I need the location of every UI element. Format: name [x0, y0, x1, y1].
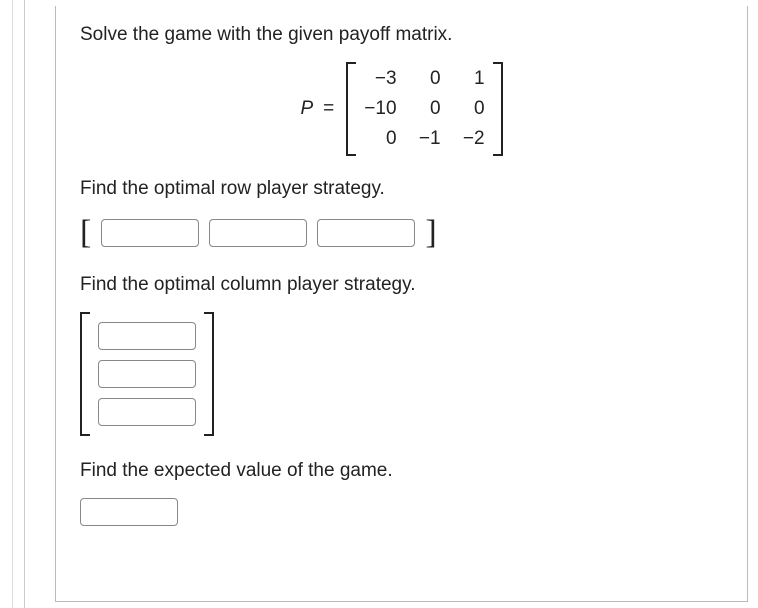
matrix-cell: 0 [364, 128, 396, 150]
row-strategy-vector: [ ] [80, 216, 723, 250]
question-container: Solve the game with the given payoff mat… [55, 6, 748, 602]
matrix-cell: 0 [455, 98, 485, 120]
matrix-cell: −1 [411, 128, 441, 150]
col-strategy-input-3[interactable] [98, 398, 196, 426]
row-strategy-input-1[interactable] [101, 219, 199, 247]
row-strategy-prompt: Find the optimal row player strategy. [80, 178, 723, 200]
matrix-cell: −10 [364, 98, 396, 120]
col-strategy-prompt: Find the optimal column player strategy. [80, 274, 723, 296]
payoff-matrix-display: P = −3 0 1 −10 0 0 0 −1 −2 [80, 62, 723, 156]
col-strategy-vector [80, 312, 723, 436]
matrix-label: P [300, 98, 313, 120]
bracket-right [204, 312, 214, 436]
matrix-cell: 0 [411, 68, 441, 90]
matrix-equals: = [323, 98, 334, 120]
bracket-right: ] [425, 216, 436, 250]
matrix-cell: 0 [411, 98, 441, 120]
matrix-cell: −3 [364, 68, 396, 90]
bracket-left: [ [80, 216, 91, 250]
matrix-cell: 1 [455, 68, 485, 90]
expected-value-prompt: Find the expected value of the game. [80, 460, 723, 482]
matrix-cell: −2 [455, 128, 485, 150]
col-strategy-input-1[interactable] [98, 322, 196, 350]
bracket-left [80, 312, 90, 436]
row-strategy-input-2[interactable] [209, 219, 307, 247]
bracket-left [346, 62, 356, 156]
page-margin [0, 0, 25, 608]
matrix-body: −3 0 1 −10 0 0 0 −1 −2 [356, 62, 492, 156]
expected-value-input[interactable] [80, 498, 178, 526]
col-strategy-input-2[interactable] [98, 360, 196, 388]
bracket-right [493, 62, 503, 156]
row-strategy-input-3[interactable] [317, 219, 415, 247]
payoff-matrix: −3 0 1 −10 0 0 0 −1 −2 [346, 62, 502, 156]
question-intro: Solve the game with the given payoff mat… [80, 24, 723, 46]
